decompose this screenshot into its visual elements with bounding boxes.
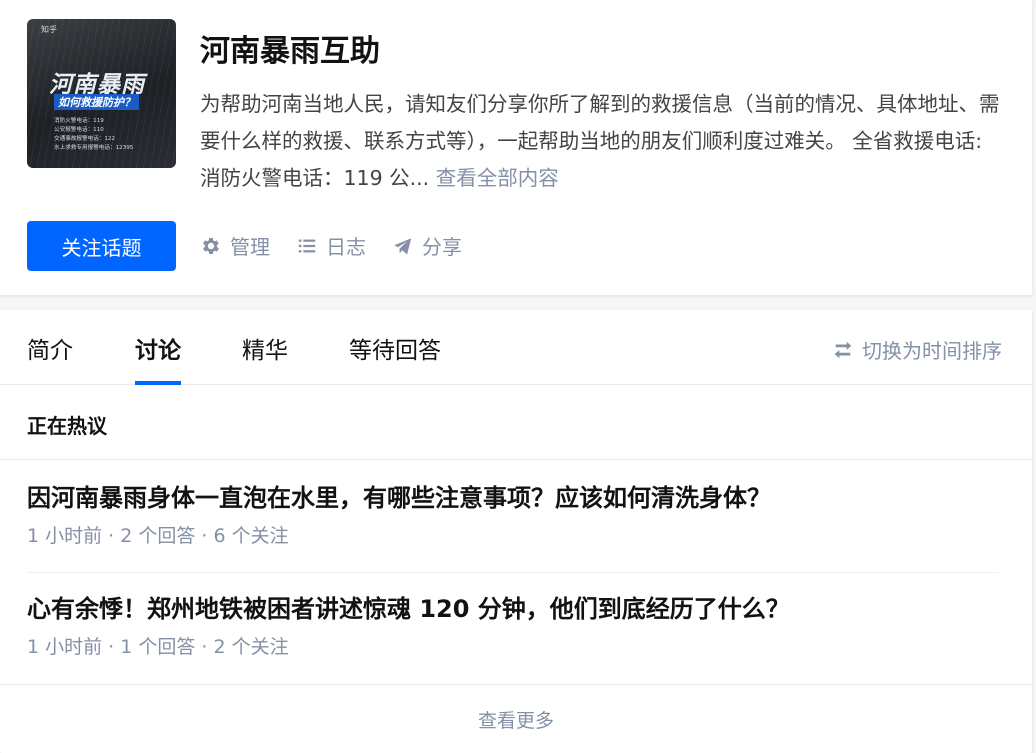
log-button[interactable]: 日志 [296,231,366,260]
view-more-button[interactable]: 查看更多 [0,685,1032,753]
topic-feed-card: 简介 讨论 精华 等待回答 切换为时间排序 正在热议 因河南暴雨身体一直泡在水里… [0,310,1032,753]
cover-line: 公安报警电话：110 [54,127,104,133]
cover-line: 交通事故报警电话：122 [54,136,116,142]
share-label: 分享 [422,235,462,259]
cover-phone-list: 消防火警电话：119 公安报警电话：110 交通事故报警电话：122 水上求救专… [54,117,133,153]
topic-cover-image[interactable]: 知乎 河南暴雨 如何救援防护？ 消防火警电话：119 公安报警电话：110 交通… [27,19,176,168]
tab-intro[interactable]: 简介 [27,331,73,385]
question-title[interactable]: 因河南暴雨身体一直泡在水里，有哪些注意事项？应该如何清洗身体？ [27,482,1007,514]
question-item[interactable]: 因河南暴雨身体一直泡在水里，有哪些注意事项？应该如何清洗身体？ 1 小时前 · … [27,482,1007,548]
tab-discussion[interactable]: 讨论 [135,331,181,385]
question-title[interactable]: 心有余悸！郑州地铁被困者讲述惊魂 120 分钟，他们到底经历了什么？ [27,593,1007,625]
question-meta: 1 小时前 · 1 个回答 · 2 个关注 [27,636,289,658]
topic-title: 河南暴雨互助 [200,34,380,69]
paper-plane-icon [394,237,412,255]
divider [0,459,1032,460]
tab-featured[interactable]: 精华 [242,331,288,385]
view-full-content-link[interactable]: 查看全部内容 [436,166,559,190]
sort-toggle-button[interactable]: 切换为时间排序 [832,335,1002,364]
manage-label: 管理 [230,235,270,259]
follow-topic-button[interactable]: 关注话题 [27,221,176,271]
divider [27,572,999,573]
tab-awaiting-answers[interactable]: 等待回答 [349,331,441,385]
topic-header-card: 知乎 河南暴雨 如何救援防护？ 消防火警电话：119 公安报警电话：110 交通… [0,0,1032,295]
manage-button[interactable]: 管理 [200,231,270,260]
question-item[interactable]: 心有余悸！郑州地铁被困者讲述惊魂 120 分钟，他们到底经历了什么？ 1 小时前… [27,593,1007,659]
cover-line: 水上求救专用报警电话：12395 [54,145,134,151]
topic-actions: 管理 日志 分享 [200,231,462,260]
cover-line: 消防火警电话：119 [54,118,104,124]
topic-description: 为帮助河南当地人民，请知友们分享你所了解到的救援信息（当前的情况、具体地址、需要… [200,86,1000,197]
topic-tabs: 简介 讨论 精华 等待回答 切换为时间排序 [0,310,1032,385]
topic-description-text: 为帮助河南当地人民，请知友们分享你所了解到的救援信息（当前的情况、具体地址、需要… [200,92,1000,190]
share-button[interactable]: 分享 [392,231,462,260]
section-title: 正在热议 [27,414,107,438]
log-label: 日志 [326,235,366,259]
cover-logo: 知乎 [41,25,57,34]
list-icon [298,239,316,252]
gear-icon [203,237,219,254]
cover-subtitle: 如何救援防护？ [54,94,139,110]
sort-label: 切换为时间排序 [862,339,1002,363]
swap-arrows-icon [834,341,852,358]
question-meta: 1 小时前 · 2 个回答 · 6 个关注 [27,525,289,547]
